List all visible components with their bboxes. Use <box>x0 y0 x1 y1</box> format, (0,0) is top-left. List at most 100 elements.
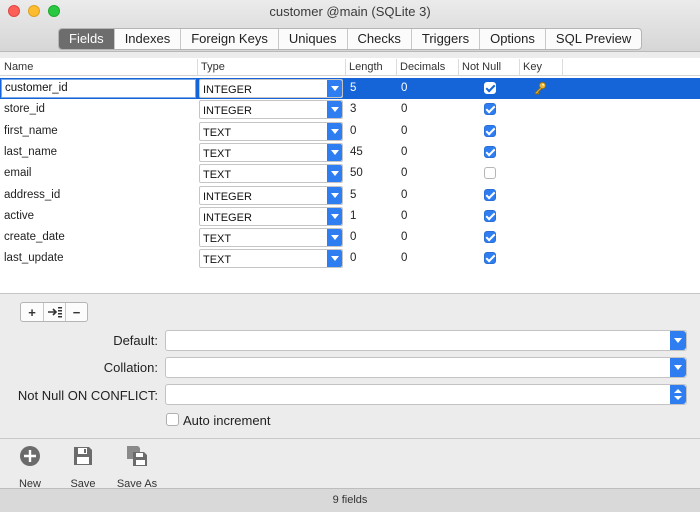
key-icon[interactable] <box>533 81 547 95</box>
table-row[interactable]: last_update TEXT 0 0 <box>0 248 700 269</box>
not-null-checkbox[interactable] <box>484 103 496 116</box>
save-button[interactable]: Save <box>67 445 99 490</box>
column-header-length[interactable]: Length <box>349 61 383 73</box>
field-length[interactable]: 1 <box>350 210 356 222</box>
tab-checks[interactable]: Checks <box>346 29 411 49</box>
chevron-down-icon[interactable] <box>670 358 686 377</box>
field-length[interactable]: 3 <box>350 103 356 115</box>
field-actions: + − <box>20 302 88 322</box>
field-decimals[interactable]: 0 <box>401 125 407 137</box>
table-row[interactable]: customer_id INTEGER 5 0 <box>0 78 700 99</box>
table-row[interactable]: active INTEGER 1 0 <box>0 206 700 227</box>
not-null-checkbox[interactable] <box>484 231 496 244</box>
table-row[interactable]: email TEXT 50 0 <box>0 163 700 184</box>
field-decimals[interactable]: 0 <box>401 231 407 243</box>
tab-fields[interactable]: Fields <box>59 29 114 49</box>
field-name[interactable]: create_date <box>4 231 65 243</box>
column-header-key[interactable]: Key <box>523 61 542 73</box>
field-name[interactable]: address_id <box>4 189 60 201</box>
field-name[interactable]: last_name <box>4 146 57 158</box>
chevron-down-icon[interactable] <box>327 186 342 204</box>
field-type-select[interactable]: INTEGER <box>199 79 343 98</box>
field-length[interactable]: 50 <box>350 167 363 179</box>
field-length[interactable]: 0 <box>350 252 356 264</box>
field-decimals[interactable]: 0 <box>401 189 407 201</box>
field-decimals[interactable]: 0 <box>401 210 407 222</box>
field-decimals[interactable]: 0 <box>401 167 407 179</box>
tab-foreign-keys[interactable]: Foreign Keys <box>180 29 278 49</box>
chevron-down-icon[interactable] <box>327 101 342 119</box>
add-field-button[interactable]: + <box>21 303 43 321</box>
not-null-checkbox[interactable] <box>484 188 496 201</box>
collation-combo[interactable] <box>165 357 687 378</box>
save-as-icon <box>127 446 147 466</box>
not-null-checkbox[interactable] <box>484 82 496 94</box>
field-decimals[interactable]: 0 <box>401 103 407 115</box>
auto-increment-checkbox[interactable] <box>166 413 179 426</box>
save-as-button[interactable]: Save As <box>114 445 160 490</box>
field-type-select[interactable]: TEXT <box>199 142 343 162</box>
not-null-conflict-select[interactable] <box>165 384 687 405</box>
default-combo[interactable] <box>165 330 687 351</box>
default-label: Default: <box>113 333 158 348</box>
chevron-down-icon[interactable] <box>327 122 342 140</box>
field-length[interactable]: 5 <box>350 82 356 94</box>
table-row[interactable]: last_name TEXT 45 0 <box>0 142 700 163</box>
column-header-decimals[interactable]: Decimals <box>400 61 445 73</box>
field-length[interactable]: 0 <box>350 231 356 243</box>
not-null-checkbox[interactable] <box>484 209 496 222</box>
chevron-down-icon[interactable] <box>327 229 342 247</box>
field-type-select[interactable]: INTEGER <box>199 206 343 226</box>
field-name-input[interactable]: customer_id <box>1 79 196 98</box>
column-header-not-null[interactable]: Not Null <box>462 61 501 73</box>
column-header-name[interactable]: Name <box>4 61 33 73</box>
not-null-checkbox[interactable] <box>484 124 496 137</box>
not-null-checkbox[interactable] <box>484 145 496 158</box>
column-header-type[interactable]: Type <box>201 61 225 73</box>
field-decimals[interactable]: 0 <box>401 146 407 158</box>
table-row[interactable]: create_date TEXT 0 0 <box>0 227 700 248</box>
field-type-select[interactable]: INTEGER <box>199 185 343 205</box>
field-name[interactable]: email <box>4 167 31 179</box>
window-title: customer @main (SQLite 3) <box>269 4 431 19</box>
field-length[interactable]: 45 <box>350 146 363 158</box>
chevron-down-icon[interactable] <box>327 80 342 97</box>
field-name[interactable]: first_name <box>4 125 58 137</box>
tab-triggers[interactable]: Triggers <box>410 29 479 49</box>
field-name[interactable]: store_id <box>4 103 45 115</box>
field-length[interactable]: 0 <box>350 125 356 137</box>
field-name[interactable]: active <box>4 210 34 222</box>
field-type-select[interactable]: TEXT <box>199 228 343 248</box>
field-type-select[interactable]: INTEGER <box>199 100 343 120</box>
chevron-down-icon[interactable] <box>327 143 342 161</box>
table-row[interactable]: store_id INTEGER 3 0 <box>0 99 700 120</box>
chevron-down-icon[interactable] <box>670 331 686 350</box>
field-type-select[interactable]: TEXT <box>199 164 343 184</box>
table-row[interactable]: first_name TEXT 0 0 <box>0 121 700 142</box>
field-type-select[interactable]: TEXT <box>199 249 343 269</box>
table-row[interactable]: address_id INTEGER 5 0 <box>0 185 700 206</box>
field-name[interactable]: last_update <box>4 252 63 264</box>
remove-field-button[interactable]: − <box>65 303 87 321</box>
chevron-down-icon[interactable] <box>327 250 342 268</box>
field-type-select[interactable]: TEXT <box>199 121 343 141</box>
tab-uniques[interactable]: Uniques <box>277 29 347 49</box>
field-type-value: TEXT <box>203 254 232 267</box>
not-null-checkbox[interactable] <box>484 252 496 265</box>
insert-field-button[interactable] <box>43 303 65 321</box>
field-length[interactable]: 5 <box>350 189 356 201</box>
field-decimals[interactable]: 0 <box>401 82 407 94</box>
field-type-value: TEXT <box>203 126 232 139</box>
updown-arrows-icon[interactable] <box>670 385 686 404</box>
field-decimals[interactable]: 0 <box>401 252 407 264</box>
field-type-value: TEXT <box>203 233 232 246</box>
bottom-toolbar: New Save Save As <box>0 438 700 490</box>
chevron-down-icon[interactable] <box>327 207 342 225</box>
not-null-checkbox[interactable] <box>484 167 496 180</box>
tab-indexes[interactable]: Indexes <box>113 29 181 49</box>
tab-options[interactable]: Options <box>479 29 545 49</box>
tab-sql-preview[interactable]: SQL Preview <box>544 29 641 49</box>
new-button[interactable]: New <box>14 445 46 490</box>
grid-header: Name Type Length Decimals Not Null Key <box>0 58 700 76</box>
chevron-down-icon[interactable] <box>327 165 342 183</box>
